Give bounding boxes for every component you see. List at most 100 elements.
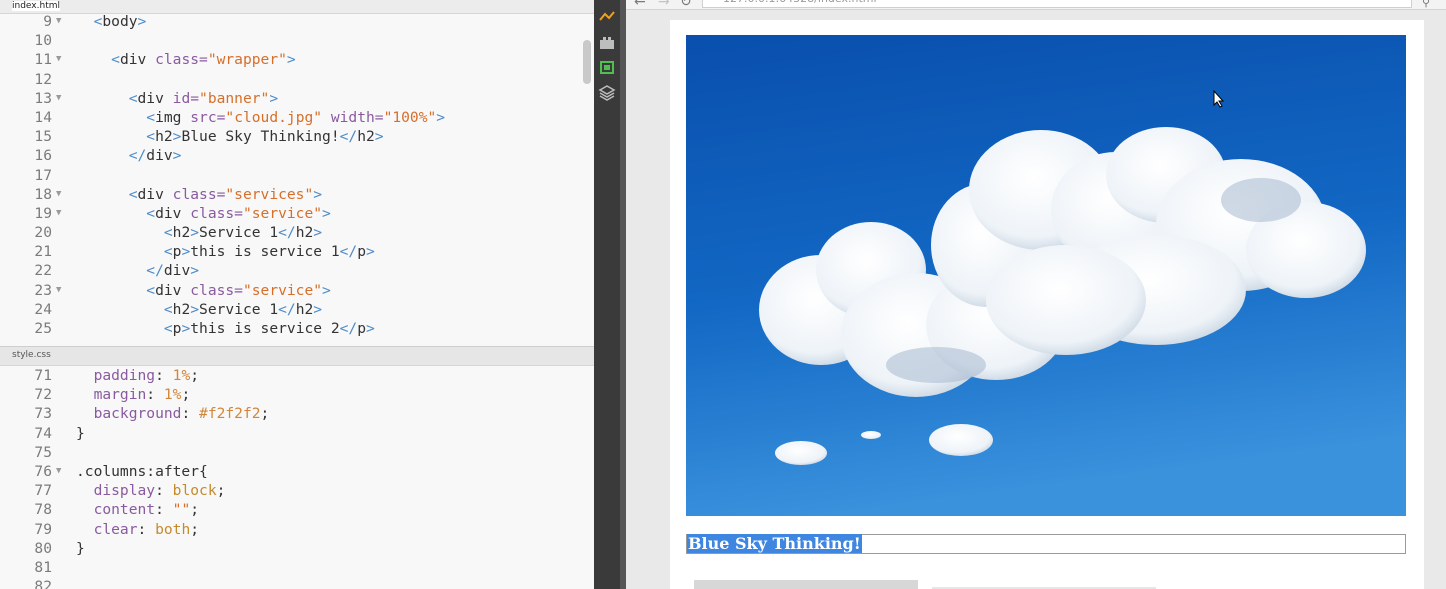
banner-heading-text: Blue Sky Thinking! — [687, 534, 862, 553]
code-token: body — [102, 13, 138, 30]
code-line[interactable]: 82 — [0, 577, 594, 589]
code-line[interactable]: 14 <img src="cloud.jpg" width="100%"> — [0, 108, 594, 127]
code-text: <div class="service"> — [76, 281, 331, 300]
code-line[interactable]: 76 ▼ .columns:after{ — [0, 462, 594, 481]
code-token: > — [190, 300, 200, 318]
code-line[interactable]: 71 padding: 1%; — [0, 366, 594, 385]
code-line[interactable]: 21 <p>this is service 1</p> — [0, 242, 594, 261]
editor-tab-style-css[interactable]: style.css — [0, 346, 594, 366]
code-line[interactable]: 17 — [0, 166, 594, 185]
code-token: </ — [339, 243, 358, 261]
code-text: </div> — [76, 261, 199, 280]
code-line[interactable]: 73 background: #f2f2f2; — [0, 404, 594, 423]
code-text: <p>this is service 2</p> — [76, 319, 375, 338]
code-token: </ — [128, 147, 147, 165]
code-line[interactable]: 12 — [0, 70, 594, 89]
code-text: <h2>Service 1</h2> — [76, 223, 322, 242]
code-line[interactable]: 10 — [0, 31, 594, 50]
code-line[interactable]: 20 <h2>Service 1</h2> — [0, 223, 594, 242]
code-token: < — [146, 108, 156, 126]
code-editor[interactable]: index.html 9 ▼ <body> 10 11 ▼ <div class="wr… — [0, 0, 594, 589]
code-token: Service 1 — [199, 300, 279, 318]
code-token: ; — [190, 520, 200, 538]
code-token: ; — [190, 501, 200, 519]
code-token: > — [436, 108, 446, 126]
code-line[interactable]: 11 ▼ <div class="wrapper"> — [0, 50, 594, 69]
line-number: 82 — [34, 578, 52, 589]
code-token: > — [322, 204, 331, 222]
line-number: 20 — [34, 224, 52, 242]
code-line[interactable]: 25 <p>this is service 2</p> — [0, 319, 594, 338]
code-line[interactable]: 9 ▼ <body> — [0, 12, 594, 31]
code-token: ; — [260, 405, 270, 423]
code-text: <p>this is service 1</p> — [76, 242, 375, 261]
code-token: h2 — [155, 128, 173, 146]
code-token: > — [322, 281, 331, 299]
line-number: 81 — [34, 558, 52, 576]
code-line[interactable]: 75 — [0, 443, 594, 462]
web-page: Blue Sky Thinking! — [670, 20, 1424, 589]
code-token: p — [357, 243, 367, 261]
code-token: < — [128, 185, 138, 203]
code-token: > — [190, 224, 200, 242]
extract-icon[interactable] — [598, 58, 616, 76]
code-text: padding: 1%; — [76, 366, 199, 385]
reload-icon[interactable]: ↻ — [680, 0, 692, 10]
back-icon[interactable]: ← — [634, 0, 646, 10]
code-text: background: #f2f2f2; — [76, 404, 270, 423]
css-code-pane[interactable]: 71 padding: 1%; 72 margin: 1%; 73 backgrou… — [0, 366, 594, 589]
code-line[interactable]: 15 <h2>Blue Sky Thinking!</h2> — [0, 127, 594, 146]
code-line[interactable]: 24 <h2>Service 1</h2> — [0, 300, 594, 319]
code-token: class= — [190, 281, 243, 299]
code-text: <div id="banner"> — [76, 89, 278, 108]
code-token: this is service 1 — [190, 243, 340, 261]
code-token: Blue Sky Thinking! — [181, 128, 340, 146]
code-token: div — [146, 147, 173, 165]
search-icon[interactable]: ⚲ — [1422, 0, 1430, 9]
fold-toggle-icon[interactable]: ▼ — [56, 12, 61, 31]
code-line[interactable]: 77 display: block; — [0, 481, 594, 500]
code-token: > — [313, 185, 323, 203]
code-line[interactable]: 22 </div> — [0, 261, 594, 280]
code-line[interactable]: 74} — [0, 424, 594, 443]
layers-icon[interactable] — [598, 84, 616, 102]
fold-toggle-icon[interactable]: ▼ — [56, 89, 61, 108]
line-number: 22 — [34, 262, 52, 280]
line-number: 23 — [34, 281, 52, 299]
fold-toggle-icon[interactable]: ▼ — [56, 462, 61, 481]
code-line[interactable]: 23 ▼ <div class="service"> — [0, 281, 594, 300]
url-input[interactable]: 127.0.0.1:64328/index.html — [702, 0, 1412, 8]
line-number: 13 — [34, 89, 52, 107]
fold-toggle-icon[interactable]: ▼ — [56, 50, 61, 69]
code-token: "" — [172, 501, 191, 519]
line-number: 77 — [34, 482, 52, 500]
code-line[interactable]: 80} — [0, 539, 594, 558]
code-token: display — [93, 482, 156, 500]
forward-icon[interactable]: → — [658, 0, 670, 10]
code-line[interactable]: 18 ▼ <div class="services"> — [0, 185, 594, 204]
fold-toggle-icon[interactable]: ▼ — [56, 185, 61, 204]
code-line[interactable]: 81 — [0, 558, 594, 577]
html-code-pane[interactable]: 9 ▼ <body> 10 11 ▼ <div class="wrapper"> 12 13… — [0, 12, 594, 342]
code-line[interactable]: 16 </div> — [0, 146, 594, 165]
code-line[interactable]: 13 ▼ <div id="banner"> — [0, 89, 594, 108]
extension-manager-icon[interactable] — [598, 34, 616, 52]
line-number: 76 — [34, 462, 52, 480]
code-token: .columns:after{ — [76, 462, 208, 480]
fold-toggle-icon[interactable]: ▼ — [56, 204, 61, 223]
live-preview-icon[interactable] — [598, 8, 616, 26]
code-token: h2 — [172, 300, 191, 318]
code-line[interactable]: 19 ▼ <div class="service"> — [0, 204, 594, 223]
code-line[interactable]: 78 content: ""; — [0, 500, 594, 519]
editor-scrollbar[interactable] — [583, 40, 591, 84]
fold-toggle-icon[interactable]: ▼ — [56, 281, 61, 300]
code-token: div — [137, 89, 173, 107]
code-token: p — [357, 320, 367, 337]
code-line[interactable]: 79 clear: both; — [0, 520, 594, 539]
code-token: > — [313, 300, 323, 318]
code-token: </ — [339, 320, 358, 337]
code-token: > — [269, 89, 279, 107]
line-number: 72 — [34, 386, 52, 404]
code-line[interactable]: 72 margin: 1%; — [0, 385, 594, 404]
toolbar-strip — [594, 0, 620, 589]
